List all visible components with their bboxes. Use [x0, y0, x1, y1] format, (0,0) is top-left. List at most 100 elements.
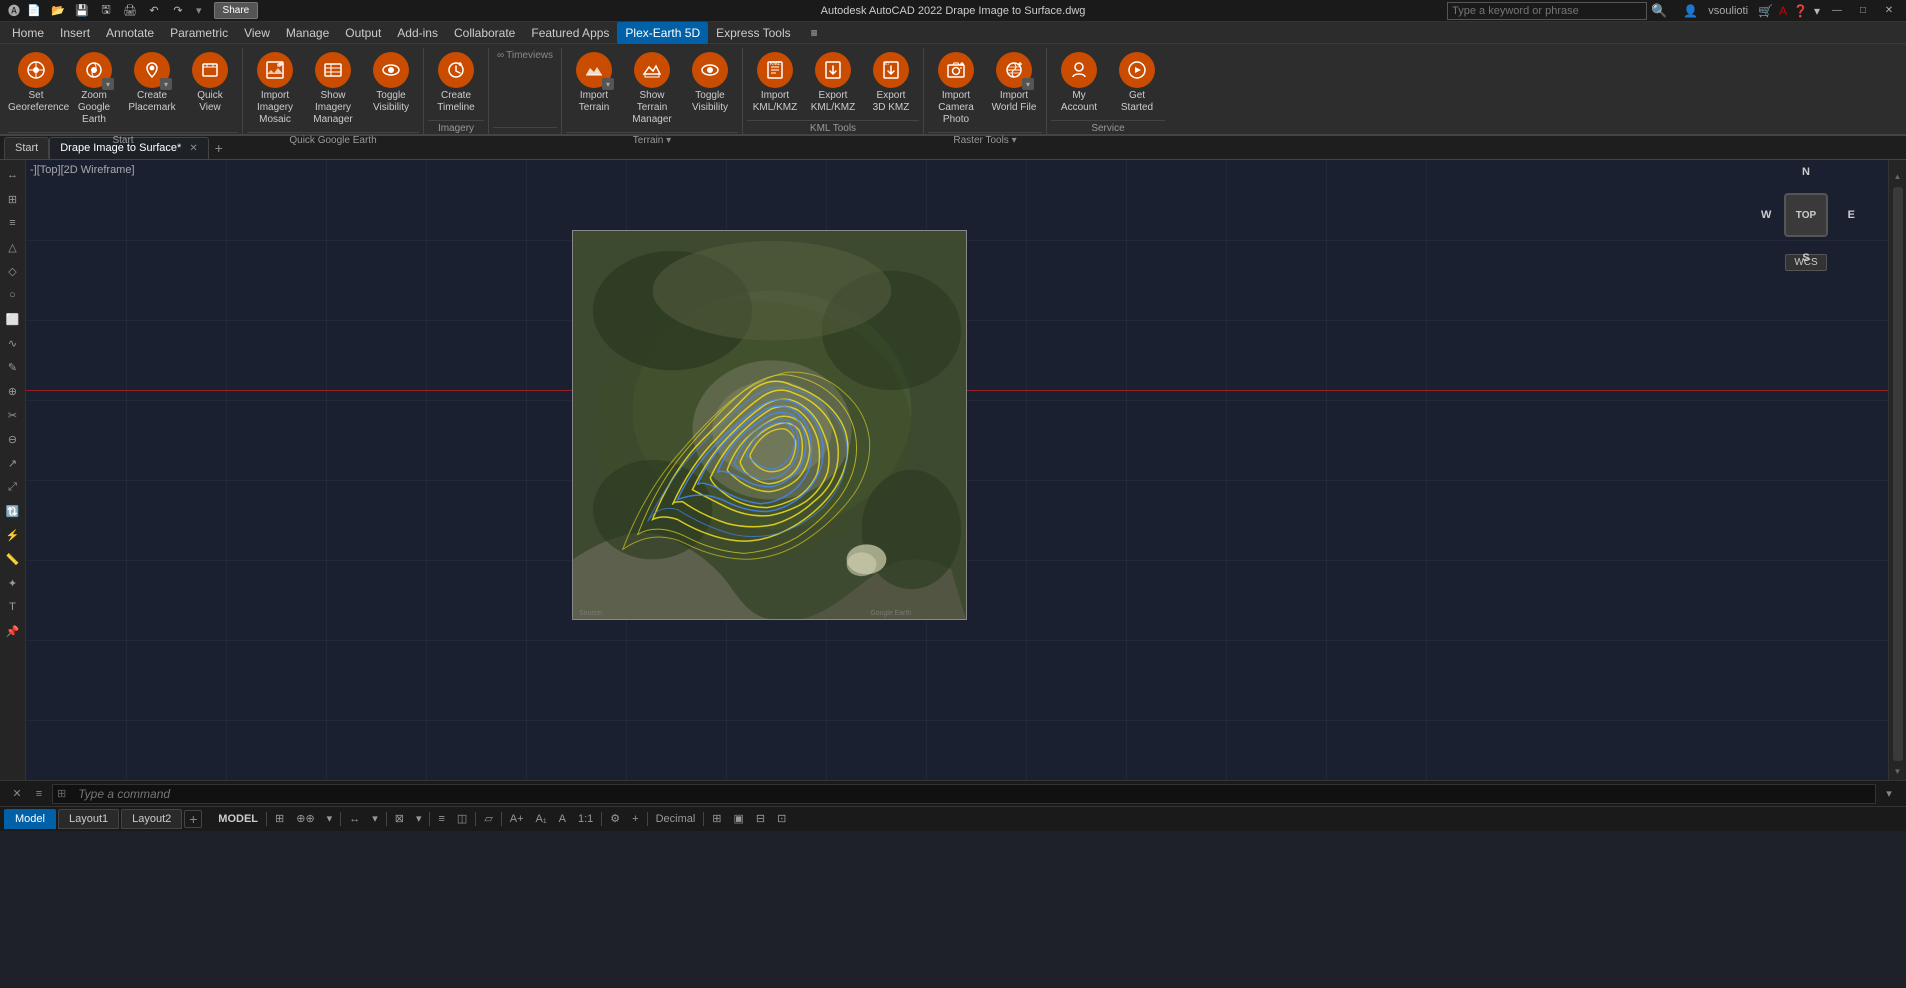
toggle-visibility-button[interactable]: ToggleVisibility	[363, 48, 419, 118]
status-polar[interactable]: ▾	[368, 808, 382, 830]
status-add[interactable]: +	[628, 808, 642, 830]
status-otrack[interactable]: ⊠	[391, 808, 408, 830]
compass-top-button[interactable]: TOP	[1784, 193, 1828, 237]
lt-btn-10[interactable]: ⊕	[2, 380, 24, 402]
status-scale[interactable]: 1:1	[574, 808, 597, 830]
menu-view[interactable]: View	[236, 22, 278, 44]
close-btn[interactable]: ✕	[1880, 2, 1898, 20]
show-terrain-manager-button[interactable]: Show TerrainManager	[624, 48, 680, 130]
group-label-kml[interactable]: KML Tools	[747, 120, 919, 136]
status-ortho[interactable]: ↔	[345, 808, 364, 830]
lt-btn-11[interactable]: ✂	[2, 404, 24, 426]
status-icon4[interactable]: ⊡	[773, 808, 790, 830]
menu-collaborate[interactable]: Collaborate	[446, 22, 523, 44]
group-label-imagery[interactable]: Imagery	[428, 120, 484, 136]
status-gear[interactable]: ⚙	[606, 808, 624, 830]
status-anno3[interactable]: A	[555, 808, 570, 830]
cart-icon[interactable]: 🛒	[1758, 4, 1773, 18]
add-layout-button[interactable]: +	[184, 810, 202, 828]
status-icon1[interactable]: ⊞	[708, 808, 725, 830]
lt-btn-18[interactable]: ✦	[2, 572, 24, 594]
scroll-thumb[interactable]	[1893, 187, 1903, 761]
print-btn[interactable]: 🖨	[120, 1, 140, 21]
status-dropdown[interactable]: ▾	[323, 808, 337, 830]
undo-btn[interactable]: ↶	[144, 1, 164, 21]
set-georeference-button[interactable]: SetGeoreference	[8, 48, 64, 118]
group-label-raster[interactable]: Raster Tools ▾	[928, 132, 1042, 148]
lt-btn-6[interactable]: ○	[2, 284, 24, 306]
lt-btn-5[interactable]: ◇	[2, 260, 24, 282]
group-label-timeviews[interactable]	[493, 127, 557, 132]
group-label-terrain[interactable]: Terrain ▾	[566, 132, 738, 148]
menu-express-tools[interactable]: Express Tools	[708, 22, 798, 44]
cmd-close-btn[interactable]: ✕	[8, 785, 26, 803]
user-name[interactable]: vsoulioti	[1704, 1, 1752, 21]
menu-output[interactable]: Output	[337, 22, 389, 44]
menu-home[interactable]: Home	[4, 22, 52, 44]
lt-btn-1[interactable]: ↔	[2, 164, 24, 186]
group-label-qge[interactable]: Quick Google Earth	[247, 132, 419, 148]
menu-plex-earth[interactable]: Plex-Earth 5D	[617, 22, 708, 44]
create-placemark-button[interactable]: ▾ CreatePlacemark	[124, 48, 180, 118]
lt-btn-16[interactable]: ⚡	[2, 524, 24, 546]
status-icon2[interactable]: ▣	[730, 808, 748, 830]
status-otrack-dropdown[interactable]: ▾	[412, 808, 426, 830]
lt-btn-14[interactable]: ⤢	[2, 476, 24, 498]
autodesk-icon[interactable]: A	[1779, 4, 1787, 18]
lt-btn-2[interactable]: ⊞	[2, 188, 24, 210]
lt-btn-15[interactable]: 🔃	[2, 500, 24, 522]
maximize-btn[interactable]: □	[1854, 2, 1872, 20]
right-scroll-down[interactable]: ▼	[1894, 767, 1902, 776]
status-sel[interactable]: ▱	[480, 808, 496, 830]
help-icon[interactable]: ❓	[1793, 4, 1808, 18]
cmd-expand-btn[interactable]: ▾	[1880, 785, 1898, 803]
minimize-btn[interactable]: —	[1828, 2, 1846, 20]
save-btn[interactable]: 💾	[72, 1, 92, 21]
get-started-button[interactable]: GetStarted	[1109, 48, 1165, 118]
lt-btn-9[interactable]: ✎	[2, 356, 24, 378]
command-input[interactable]	[70, 784, 1871, 804]
menu-annotate[interactable]: Annotate	[98, 22, 162, 44]
export-3d-kmz-button[interactable]: 3D Export3D KMZ	[863, 48, 919, 118]
menu-manage[interactable]: Manage	[278, 22, 337, 44]
user-icon[interactable]: 👤	[1683, 4, 1698, 18]
lt-btn-7[interactable]: ⬜	[2, 308, 24, 330]
layout-tab-model[interactable]: Model	[4, 809, 56, 829]
import-world-file-button[interactable]: ▾ ImportWorld File	[986, 48, 1042, 118]
status-lineweight[interactable]: ≡	[434, 808, 448, 830]
my-account-button[interactable]: MyAccount	[1051, 48, 1107, 118]
show-imagery-manager-button[interactable]: Show ImageryManager	[305, 48, 361, 130]
layout-tab-2[interactable]: Layout2	[121, 809, 182, 829]
export-kml-button[interactable]: ExportKML/KMZ	[805, 48, 861, 118]
menu-insert[interactable]: Insert	[52, 22, 98, 44]
quick-view-button[interactable]: QuickView	[182, 48, 238, 118]
status-grid-btn[interactable]: ⊞	[271, 808, 288, 830]
import-camera-photo-button[interactable]: ImportCamera Photo	[928, 48, 984, 130]
status-anno2[interactable]: A₁	[532, 808, 551, 830]
menu-parametric[interactable]: Parametric	[162, 22, 236, 44]
status-decimal[interactable]: Decimal	[652, 808, 700, 830]
cmd-arrow-btn[interactable]: ≡	[30, 785, 48, 803]
save-as-btn[interactable]: 🖫	[96, 1, 116, 21]
chevron-icon[interactable]: ▾	[1814, 4, 1820, 18]
lt-btn-13[interactable]: ↗	[2, 452, 24, 474]
create-timeline-button[interactable]: CreateTimeline	[428, 48, 484, 118]
open-btn[interactable]: 📂	[48, 1, 68, 21]
group-label-service[interactable]: Service	[1051, 120, 1165, 136]
redo-btn[interactable]: ↷	[168, 1, 188, 21]
status-snap-btn[interactable]: ⊕⊕	[292, 808, 318, 830]
lt-btn-4[interactable]: △	[2, 236, 24, 258]
group-label-start[interactable]: Start	[8, 132, 238, 148]
status-anno[interactable]: A+	[506, 808, 528, 830]
zoom-google-earth-button[interactable]: ▾ ZoomGoogle Earth	[66, 48, 122, 130]
menu-featured-apps[interactable]: Featured Apps	[523, 22, 617, 44]
import-imagery-mosaic-button[interactable]: Import ImageryMosaic	[247, 48, 303, 130]
menu-extra[interactable]: ≡	[803, 22, 826, 44]
status-transparency[interactable]: ◫	[453, 808, 471, 830]
lt-btn-3[interactable]: ≡	[2, 212, 24, 234]
lt-btn-12[interactable]: ⊖	[2, 428, 24, 450]
lt-btn-20[interactable]: 📌	[2, 620, 24, 642]
toggle-visibility2-button[interactable]: ToggleVisibility	[682, 48, 738, 118]
import-terrain-button[interactable]: ▾ ImportTerrain	[566, 48, 622, 118]
menu-addins[interactable]: Add-ins	[389, 22, 446, 44]
